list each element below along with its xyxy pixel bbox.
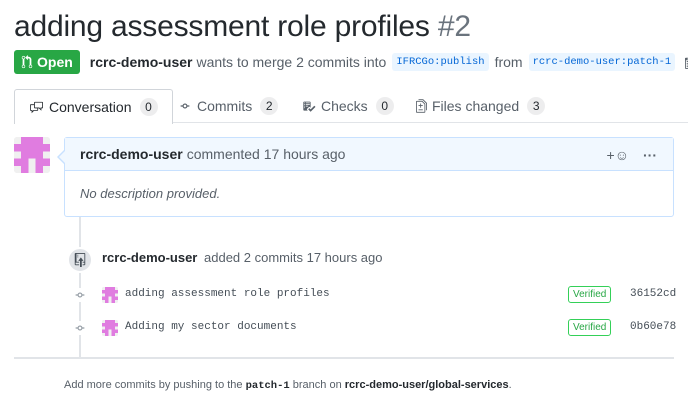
git-commit-icon [72,288,88,302]
verified-badge[interactable]: Verified [568,286,612,303]
identicon-avatar-icon [14,137,50,173]
state-badge: Open [14,50,80,74]
merge-text: wants to merge 2 commits into [196,54,387,70]
comment-header: rcrc-demo-user commented 17 hours ago +☺… [65,138,673,171]
git-commit-icon [180,103,190,109]
commit-row: adding assessment role profiles Verified… [72,284,676,306]
tab-files-changed[interactable]: Files changed 3 [416,89,546,123]
tab-conversation-label: Conversation [49,99,132,115]
tab-commits-count: 2 [260,97,279,115]
git-commit-icon [72,321,88,335]
tab-commits[interactable]: Commits 2 [178,89,279,123]
git-pull-request-icon [21,55,33,69]
commit-message-link[interactable]: adding assessment role profiles [125,288,330,300]
more-options-icon[interactable]: ··· [643,147,657,163]
head-branch[interactable]: rcrc-demo-user:patch-1 [528,53,676,71]
pr-title-row: adding assessment role profiles #2 [14,8,471,46]
commit-event: rcrc-demo-user added 2 commits 17 hours … [102,250,383,265]
tab-checks[interactable]: Checks 0 [302,89,394,123]
avatar[interactable] [14,137,50,173]
avatar[interactable] [102,320,118,336]
comment-discussion-icon [30,101,43,113]
from-text: from [494,54,523,70]
push-hint-prefix: Add more commits by pushing to the [64,379,243,391]
push-hint-repo-link[interactable]: rcrc-demo-user/global-services [345,379,509,391]
tab-files-changed-count: 3 [527,97,546,115]
tab-conversation[interactable]: Conversation 0 [14,89,173,124]
pr-number: #2 [437,10,471,43]
state-label: Open [37,54,73,70]
comment-actions: +☺ ··· [607,138,657,171]
pr-title: adding assessment role profiles #2 [14,8,471,46]
push-hint-branch: patch-1 [245,380,290,392]
commit-sha-link[interactable]: 36152cd [630,288,676,300]
comment-timestamp: commented 17 hours ago [186,146,346,162]
avatar[interactable] [102,287,118,303]
push-hint: Add more commits by pushing to the patch… [64,379,512,392]
pr-title-text: adding assessment role profiles [14,10,430,43]
repo-push-icon [67,247,93,273]
verified-badge[interactable]: Verified [568,319,612,336]
pr-author-link[interactable]: rcrc-demo-user [90,54,193,70]
event-text: added 2 commits 17 hours ago [204,250,383,265]
identicon-avatar-icon [102,320,118,336]
add-reaction-icon[interactable]: +☺ [607,147,629,163]
commit-sha-link[interactable]: 0b60e78 [630,321,676,333]
tab-files-changed-label: Files changed [432,98,520,114]
push-hint-suffix: . [508,379,512,391]
commit-message-link[interactable]: Adding my sector documents [125,321,297,333]
base-branch[interactable]: IFRCGo:publish [392,53,489,71]
comment-body: No description provided. [80,186,221,201]
event-author-link[interactable]: rcrc-demo-user [102,250,197,265]
pr-tabs: Conversation 0 Commits 2 Checks 0 Files … [14,89,688,124]
divider [14,357,674,359]
tab-checks-label: Checks [321,98,368,114]
checklist-icon [303,101,316,112]
tab-commits-label: Commits [197,98,253,114]
comment-author-link[interactable]: rcrc-demo-user [80,146,183,162]
pr-meta: Open rcrc-demo-user wants to merge 2 com… [14,50,688,74]
tab-conversation-count: 0 [139,98,158,116]
commit-row: Adding my sector documents Verified 0b60… [72,317,676,339]
tab-checks-count: 0 [375,97,394,115]
file-diff-icon [416,99,427,113]
comment-box: rcrc-demo-user commented 17 hours ago +☺… [57,137,674,217]
identicon-avatar-icon [102,287,118,303]
push-hint-middle: branch on [292,379,342,391]
